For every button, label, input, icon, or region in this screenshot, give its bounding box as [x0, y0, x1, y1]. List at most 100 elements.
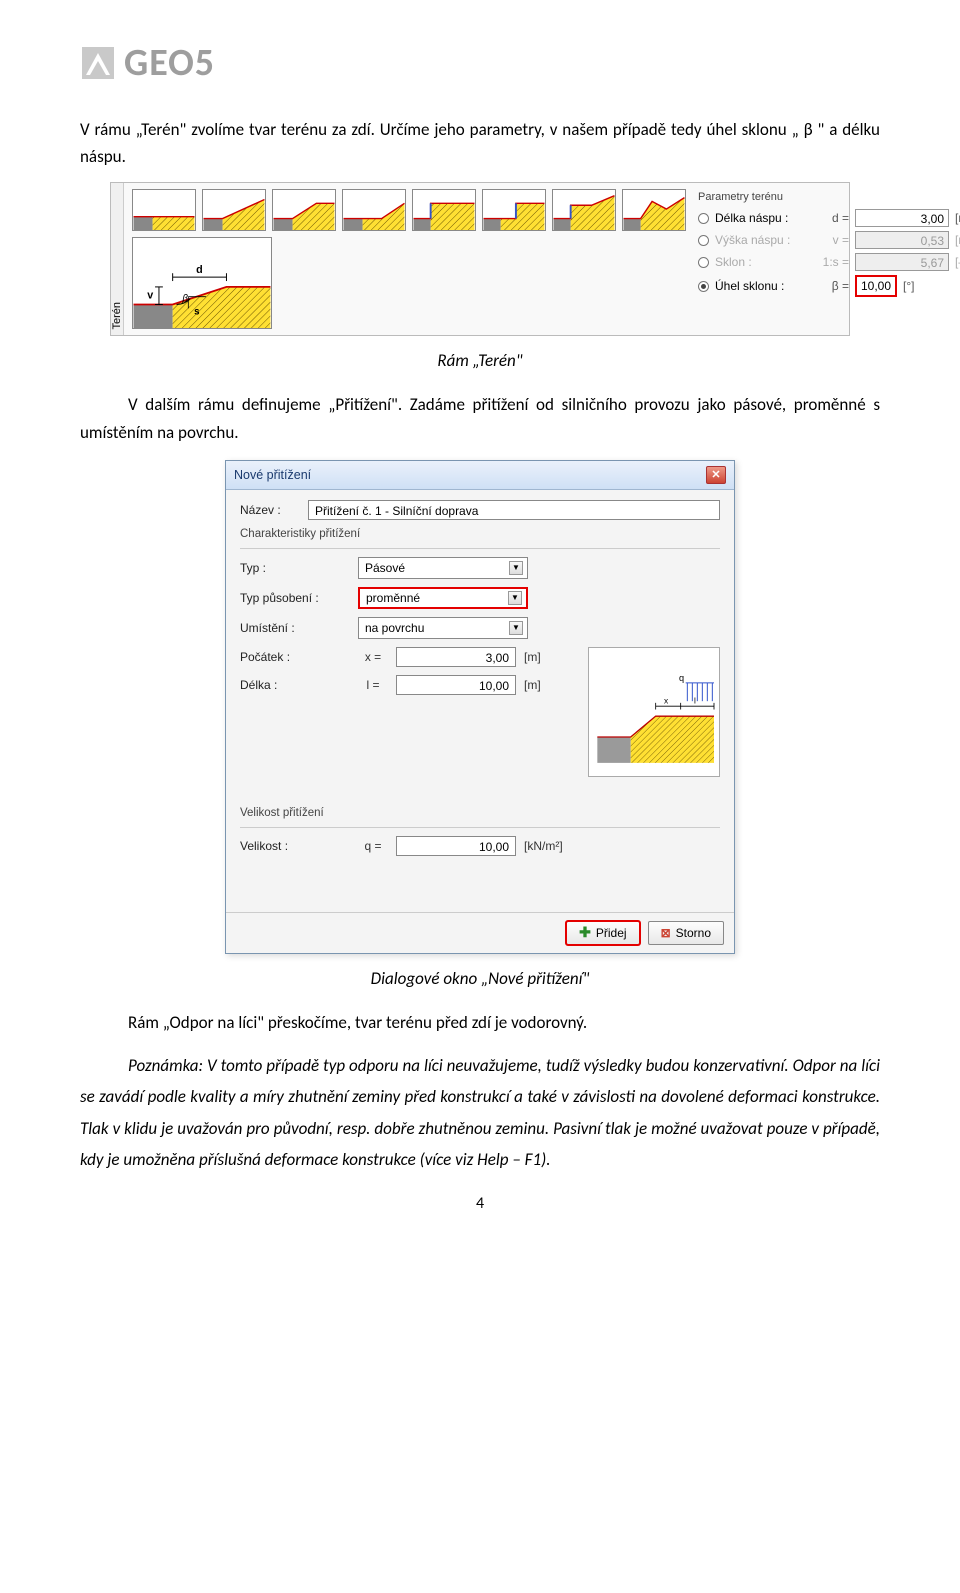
len-var: l =: [358, 678, 388, 692]
row-delka-naspu: Délka náspu : d = 3,00 [m]: [698, 209, 960, 227]
close-icon[interactable]: ✕: [706, 466, 726, 484]
terrain-shape-option[interactable]: [552, 189, 616, 231]
row-name: Název : Přitížení č. 1 - Silníční doprav…: [240, 500, 720, 520]
dialog-footer: ✚ Přidej ⊠ Storno: [226, 912, 734, 953]
input-delka-naspu[interactable]: 3,00: [855, 209, 949, 227]
name-input[interactable]: Přitížení č. 1 - Silníční doprava: [308, 500, 720, 520]
input-sklon: 5,67: [855, 253, 949, 271]
var-s: 1:s =: [811, 255, 849, 269]
chevron-down-icon: ▼: [509, 561, 523, 575]
lbl-v: Výška náspu :: [715, 233, 805, 247]
terrain-shape-option[interactable]: [132, 189, 196, 231]
row-action-type: Typ působení : proměnné ▼: [240, 587, 720, 609]
var-v: v =: [811, 233, 849, 247]
unit-v: [m]: [955, 233, 960, 247]
input-vyska-naspu: 0,53: [855, 231, 949, 249]
logo-icon: [80, 45, 116, 81]
chevron-down-icon: ▼: [508, 591, 522, 605]
start-label: Počátek :: [240, 650, 350, 664]
action-value: proměnné: [366, 591, 420, 605]
start-unit: [m]: [524, 650, 578, 664]
terrain-shape-option[interactable]: [622, 189, 686, 231]
terrain-shape-option[interactable]: [342, 189, 406, 231]
terrain-shape-picker: d v β s: [124, 183, 694, 335]
row-type: Typ : Pásové ▼: [240, 557, 720, 579]
unit-s: [–]: [955, 255, 960, 269]
row-length: Délka : l = 10,00 [m]: [240, 675, 578, 695]
paragraph-2: V dalším rámu definujeme „Přitížení". Za…: [80, 391, 880, 445]
svg-text:x: x: [664, 695, 669, 705]
len-unit: [m]: [524, 678, 578, 692]
svg-text:β: β: [181, 294, 188, 305]
place-label: Umístění :: [240, 621, 350, 635]
placement-combo[interactable]: na povrchu ▼: [358, 617, 528, 639]
panel-side-tab[interactable]: Terén: [111, 183, 124, 335]
note-paragraph: Poznámka: V tomto případě typ odporu na …: [80, 1050, 880, 1176]
radio-vyska[interactable]: [698, 235, 709, 246]
row-magnitude: Velikost : q = 10,00 [kN/m²]: [240, 836, 720, 856]
chevron-down-icon: ▼: [509, 621, 523, 635]
add-label: Přidej: [596, 926, 627, 940]
row-start: Počátek : x = 3,00 [m]: [240, 647, 578, 667]
len-input[interactable]: 10,00: [396, 675, 516, 695]
radio-sklon[interactable]: [698, 257, 709, 268]
type-label: Typ :: [240, 561, 350, 575]
note-text: Poznámka: V tomto případě typ odporu na …: [80, 1050, 880, 1176]
dialog-title-text: Nové přitížení: [234, 468, 311, 482]
var-d: d =: [811, 211, 849, 225]
terrain-params-group: Parametry terénu Délka náspu : d = 3,00 …: [694, 183, 960, 335]
len-label: Délka :: [240, 678, 350, 692]
terrain-shape-option[interactable]: [412, 189, 476, 231]
cancel-label: Storno: [676, 926, 711, 940]
start-var: x =: [358, 650, 388, 664]
group-label: Parametry terénu: [698, 191, 960, 203]
row-vyska-naspu: Výška náspu : v = 0,53 [m]: [698, 231, 960, 249]
input-uhel-sklonu[interactable]: 10,00: [857, 279, 895, 293]
type-value: Pásové: [365, 561, 405, 575]
page-number: 4: [80, 1194, 880, 1213]
mag-var: q =: [358, 839, 388, 853]
row-placement: Umístění : na povrchu ▼: [240, 617, 720, 639]
cancel-icon: ⊠: [661, 926, 671, 940]
lbl-d: Délka náspu :: [715, 211, 805, 225]
caption-2: Dialogové okno „Nové přitížení": [80, 968, 880, 989]
p1a: V rámu „Terén" zvolíme tvar terénu za zd…: [80, 119, 792, 140]
terrain-shape-option[interactable]: [272, 189, 336, 231]
mag-input[interactable]: 10,00: [396, 836, 516, 856]
terrain-panel: Terén: [110, 182, 850, 336]
add-button[interactable]: ✚ Přidej: [566, 921, 639, 945]
terrain-shape-option[interactable]: [202, 189, 266, 231]
lbl-s: Sklon :: [715, 255, 805, 269]
terrain-shape-preview: d v β s: [132, 237, 272, 329]
lbl-b: Úhel sklonu :: [715, 279, 805, 293]
action-combo[interactable]: proměnné ▼: [358, 587, 528, 609]
dialog-titlebar[interactable]: Nové přitížení ✕: [226, 461, 734, 490]
terrain-shape-option[interactable]: [482, 189, 546, 231]
mag-label: Velikost :: [240, 839, 350, 853]
plus-icon: ✚: [579, 924, 591, 941]
mag-unit: [kN/m²]: [524, 839, 578, 853]
highlight-beta: 10,00: [855, 275, 897, 297]
paragraph-3: Rám „Odpor na líci" přeskočíme, tvar ter…: [80, 1009, 880, 1036]
start-input[interactable]: 3,00: [396, 647, 516, 667]
action-label: Typ působení :: [240, 591, 350, 605]
logo-text: GEO5: [124, 40, 215, 86]
unit-b: [°]: [903, 279, 929, 293]
radio-uhel[interactable]: [698, 281, 709, 292]
unit-d: [m]: [955, 211, 960, 225]
svg-text:q: q: [679, 673, 684, 683]
type-combo[interactable]: Pásové ▼: [358, 557, 528, 579]
caption-1: Rám „Terén": [80, 350, 880, 371]
place-value: na povrchu: [365, 621, 424, 635]
paragraph-1: V rámu „Terén" zvolíme tvar terénu za zd…: [80, 116, 880, 170]
row-sklon: Sklon : 1:s = 5,67 [–]: [698, 253, 960, 271]
cancel-button[interactable]: ⊠ Storno: [648, 921, 724, 945]
svg-text:l: l: [694, 695, 696, 705]
svg-text:v: v: [147, 290, 153, 302]
app-header: GEO5: [80, 40, 880, 86]
name-label: Název :: [240, 503, 300, 517]
section-magnitude: Velikost přitížení: [240, 807, 720, 819]
radio-delka[interactable]: [698, 213, 709, 224]
svg-text:s: s: [194, 307, 200, 318]
section-characteristics: Charakteristiky přitížení: [240, 528, 720, 540]
